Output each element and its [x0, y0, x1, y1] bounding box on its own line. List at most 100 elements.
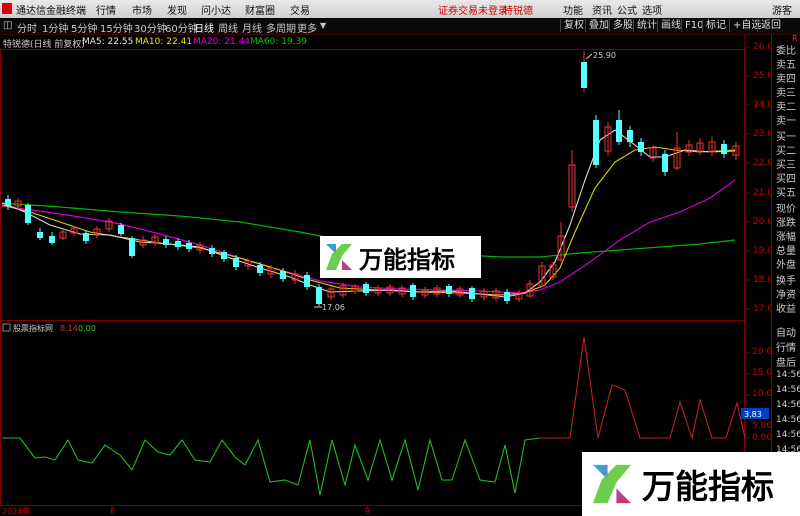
menu-wenxiaoda[interactable]: 问小达	[201, 2, 231, 17]
candle	[446, 286, 452, 294]
period-multi[interactable]: 多周期	[266, 20, 296, 35]
title-bar: 通达信金融终端 行情 市场 发现 问小达 财富圈 交易 证券交易未登录 特锐德 …	[0, 0, 800, 19]
watermark-logo-icon	[326, 244, 352, 270]
period-fenshi[interactable]: 分时	[17, 20, 37, 35]
indicator-toggle-icon[interactable]	[2, 323, 11, 332]
candle	[316, 287, 322, 304]
btn-diejia[interactable]: 叠加	[585, 19, 612, 32]
candle	[233, 258, 239, 267]
menu-hangqing[interactable]: 行情	[96, 2, 116, 17]
candle	[257, 265, 263, 273]
candle	[662, 154, 668, 172]
panel-change-pct: 涨幅	[776, 232, 796, 243]
sidebar-toggle-icon[interactable]: ◫	[3, 20, 12, 31]
candle	[37, 232, 43, 238]
indicator-axis-label: 5.00	[752, 421, 773, 431]
panel-sell4: 卖四	[776, 74, 796, 85]
panel-panhou[interactable]: 盘后	[776, 354, 796, 369]
menu-gongneng[interactable]: 功能	[563, 2, 583, 17]
period-30min[interactable]: 30分钟	[134, 20, 167, 35]
tick-time: 14:56	[776, 370, 800, 380]
panel-buy2: 买二	[776, 146, 796, 157]
panel-sell5: 卖五	[776, 60, 796, 71]
watermark-text: 万能指标	[642, 467, 774, 506]
candle	[163, 239, 169, 245]
login-status[interactable]: 证券交易未登录	[438, 2, 508, 17]
period-60min[interactable]: 60分钟	[165, 20, 198, 35]
main-chart-frame	[0, 49, 745, 321]
panel-sell2: 卖二	[776, 102, 796, 113]
high-price-label: 25.90	[593, 51, 616, 60]
candle	[221, 252, 227, 259]
panel-sell1: 卖一	[776, 116, 796, 127]
btn-biaoji[interactable]: 标记	[702, 19, 729, 32]
menu-gongshi[interactable]: 公式	[617, 2, 637, 17]
candle	[25, 205, 31, 223]
indicator-axis-label: 0.00	[752, 433, 773, 443]
date-label-sep: 9	[365, 507, 370, 516]
tick-time: 14:56	[776, 400, 800, 410]
btn-duogu[interactable]: 多股	[609, 19, 636, 32]
quote-side-panel: R 委比 卖五 卖四 卖三 卖二 卖一 买一 买二 买三 买四 买五 现价 涨跌…	[771, 34, 800, 516]
guest-label[interactable]: 游客	[772, 2, 792, 17]
panel-turnover: 换手	[776, 276, 796, 287]
indicator-axis	[745, 352, 750, 439]
menu-shichang[interactable]: 市场	[132, 2, 152, 17]
menu-xuanxiang[interactable]: 选项	[642, 2, 662, 17]
period-weekly[interactable]: 周线	[218, 20, 238, 35]
price-axis	[745, 46, 750, 310]
panel-volume: 总量	[776, 246, 796, 257]
candle	[593, 120, 599, 165]
candle	[304, 275, 310, 287]
low-price-label: 17.06	[322, 303, 345, 312]
date-label-aug: 8	[110, 507, 115, 516]
menu-jiaoyi[interactable]: 交易	[290, 2, 310, 17]
indicator-value-2: 0.00	[78, 324, 96, 333]
panel-earnings: 收益	[776, 304, 796, 315]
panel-price: 现价	[776, 204, 796, 215]
more-dropdown-icon[interactable]: ▼	[320, 21, 326, 30]
candle	[469, 288, 475, 299]
menu-caifuquan[interactable]: 财富圈	[245, 2, 275, 17]
period-monthly[interactable]: 月线	[242, 20, 262, 35]
period-daily[interactable]: 日线	[194, 20, 214, 35]
period-toolbar: ◫ 分时 1分钟 5分钟 15分钟 30分钟 60分钟 日线 周线 月线 多周期…	[0, 18, 800, 35]
panel-buy3: 买三	[776, 160, 796, 171]
menu-faxian[interactable]: 发现	[167, 2, 187, 17]
panel-auto[interactable]: 自动	[776, 324, 796, 339]
period-15min[interactable]: 15分钟	[100, 20, 133, 35]
panel-change: 涨跌	[776, 218, 796, 229]
panel-hangqing[interactable]: 行情	[776, 339, 796, 354]
indicator-value-1: 8.14	[60, 324, 78, 333]
panel-outer: 外盘	[776, 260, 796, 271]
candle	[638, 142, 644, 152]
period-1min[interactable]: 1分钟	[42, 20, 68, 35]
stock-name-header: 特锐德	[503, 6, 533, 17]
candle	[363, 284, 369, 293]
period-more[interactable]: 更多	[297, 20, 317, 35]
menu-zixun[interactable]: 资讯	[592, 2, 612, 17]
btn-back[interactable]: 返回	[757, 19, 784, 32]
candle	[5, 199, 11, 206]
period-5min[interactable]: 5分钟	[71, 20, 97, 35]
watermark-text: 万能指标	[359, 245, 455, 274]
tick-time: 14:56	[776, 385, 800, 395]
candle	[186, 243, 192, 249]
date-label-2024: 2024年	[2, 506, 30, 516]
indicator-red-line	[540, 336, 746, 441]
candle	[209, 248, 215, 254]
panel-buy4: 买四	[776, 174, 796, 185]
btn-huaxian[interactable]: 画线	[657, 19, 684, 32]
watermark-logo-icon	[592, 464, 632, 504]
btn-fuquan[interactable]: 复权	[560, 19, 587, 32]
candle	[175, 241, 181, 247]
tick-time: 14:56	[776, 430, 800, 440]
candle	[581, 62, 587, 88]
watermark-corner: 万能指标	[582, 452, 800, 516]
indicator-name: 股票指标网	[13, 323, 53, 333]
indicator-current-value: 3.83	[744, 410, 762, 419]
high-marker-arrow	[585, 53, 593, 60]
tick-time: 14:56	[776, 415, 800, 425]
candle	[721, 144, 727, 154]
btn-tongji[interactable]: 统计	[633, 19, 660, 32]
